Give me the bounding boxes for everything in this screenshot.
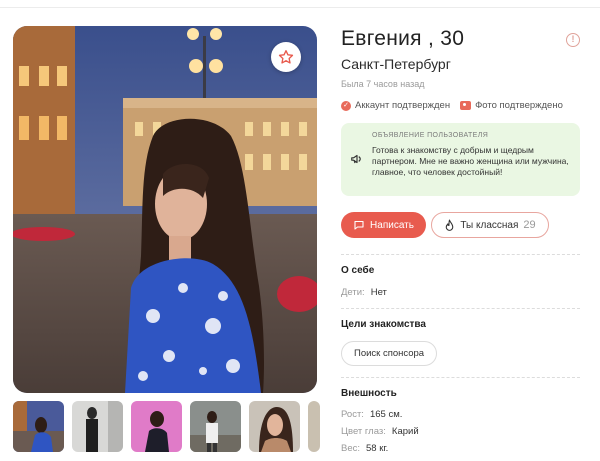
photo-verified-badge: Фото подтверждено xyxy=(460,100,563,111)
write-message-button[interactable]: Написать xyxy=(341,212,426,238)
thumbnail-4[interactable] xyxy=(190,401,241,452)
weight-label: Вес: xyxy=(341,443,361,454)
account-verified-badge: ✓ Аккаунт подтвержден xyxy=(341,100,450,111)
thumbnail-3[interactable] xyxy=(131,401,182,452)
eyes-label: Цвет глаз: xyxy=(341,426,386,437)
thumbnail-6[interactable] xyxy=(308,401,320,452)
favorite-button[interactable] xyxy=(271,42,301,72)
divider xyxy=(341,377,580,378)
appearance-title: Внешность xyxy=(341,388,397,399)
children-label: Дети: xyxy=(341,287,365,298)
thumbnail-1[interactable] xyxy=(13,401,64,452)
profile-city: Санкт-Петербург xyxy=(341,56,451,72)
fire-icon xyxy=(446,219,454,231)
info-icon[interactable]: ! xyxy=(566,33,580,47)
verification-badges: ✓ Аккаунт подтвержден Фото подтверждено xyxy=(341,100,563,111)
compliment-count: 29 xyxy=(523,219,536,231)
children-value: Нет xyxy=(370,287,387,298)
camera-icon xyxy=(460,101,472,110)
height-value: 165 см. xyxy=(369,409,403,420)
photo-verified-label: Фото подтверждено xyxy=(475,100,563,111)
eyes-value: Карий xyxy=(391,426,419,437)
last-seen: Была 7 часов назад xyxy=(341,79,425,89)
user-ad-box: Объявление пользователя Готова к знакомс… xyxy=(341,123,580,196)
height-label: Рост: xyxy=(341,409,364,420)
megaphone-icon xyxy=(351,154,361,164)
weight-value: 58 кг. xyxy=(366,443,389,454)
compliment-button[interactable]: Ты классная 29 xyxy=(431,212,549,238)
ad-text: Готова к знакомству с добрым и щедрым па… xyxy=(372,145,569,177)
about-title: О себе xyxy=(341,265,375,276)
photo-thumbnails xyxy=(13,401,320,453)
header-divider xyxy=(0,7,600,8)
chat-icon xyxy=(354,220,364,230)
main-photo[interactable] xyxy=(13,26,317,393)
goals-title: Цели знакомства xyxy=(341,319,426,330)
divider xyxy=(341,254,580,255)
thumbnail-5[interactable] xyxy=(249,401,300,452)
weight-row: Вес: 58 кг. xyxy=(341,443,388,454)
profile-name: Евгения , 30 xyxy=(341,27,465,50)
thumbnail-2[interactable] xyxy=(72,401,123,452)
children-row: Дети: Нет xyxy=(341,287,387,298)
divider xyxy=(341,308,580,309)
compliment-label: Ты классная xyxy=(460,219,519,231)
write-message-label: Написать xyxy=(370,219,414,231)
account-verified-label: Аккаунт подтвержден xyxy=(355,100,451,111)
eyes-row: Цвет глаз: Карий xyxy=(341,426,419,437)
height-row: Рост: 165 см. xyxy=(341,409,402,420)
star-icon xyxy=(278,50,294,64)
ad-title: Объявление пользователя xyxy=(372,132,489,139)
check-icon: ✓ xyxy=(341,100,351,111)
goal-chip-sponsor[interactable]: Поиск спонсора xyxy=(341,341,438,366)
